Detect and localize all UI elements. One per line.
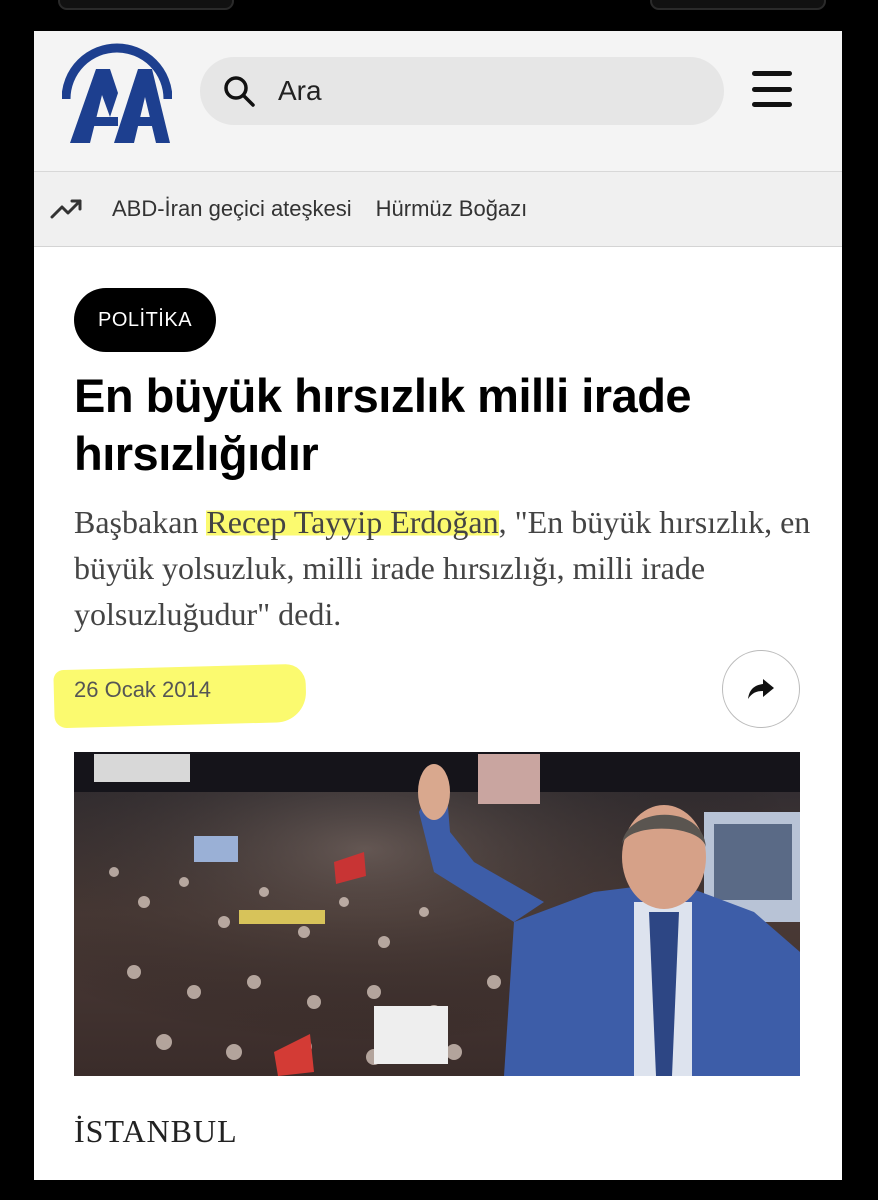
share-icon (748, 679, 774, 699)
article-headline: En büyük hırsızlık milli irade hırsızlığ… (74, 369, 692, 480)
share-button[interactable] (722, 650, 800, 728)
search-placeholder[interactable]: Ara (278, 75, 322, 107)
trending-topic[interactable]: ABD-İran geçici ateşkesi (112, 196, 352, 222)
phone-bezel (650, 0, 826, 10)
phone-bezel (58, 0, 234, 10)
menu-line (752, 102, 792, 107)
publish-date: 26 Ocak 2014 (74, 677, 211, 702)
article-summary: Başbakan Recep Tayyip Erdoğan, "En büyük… (74, 499, 814, 637)
browser-screen: Ara ABD-İran geçici ateşkesi Hürmüz Boğa… (34, 31, 842, 1180)
rally-photo (74, 752, 800, 1076)
trending-topic[interactable]: Hürmüz Boğazı (376, 196, 528, 222)
trending-up-icon (50, 199, 82, 219)
category-badge[interactable]: POLİTİKA (74, 288, 217, 352)
menu-line (752, 71, 792, 76)
search-bar[interactable]: Ara (200, 57, 724, 125)
article-dateline: İSTANBUL (74, 1113, 238, 1149)
search-icon (224, 76, 255, 107)
summary-text: Başbakan (74, 504, 207, 540)
hamburger-menu-icon[interactable] (752, 71, 792, 107)
aa-logo[interactable] (62, 39, 172, 149)
menu-line (752, 86, 792, 92)
article-photo (74, 752, 800, 1076)
highlighted-name: Recep Tayyip Erdoğan (206, 504, 499, 540)
trending-bar: ABD-İran geçici ateşkesi Hürmüz Boğazı (34, 172, 842, 247)
site-header: Ara (34, 31, 842, 172)
